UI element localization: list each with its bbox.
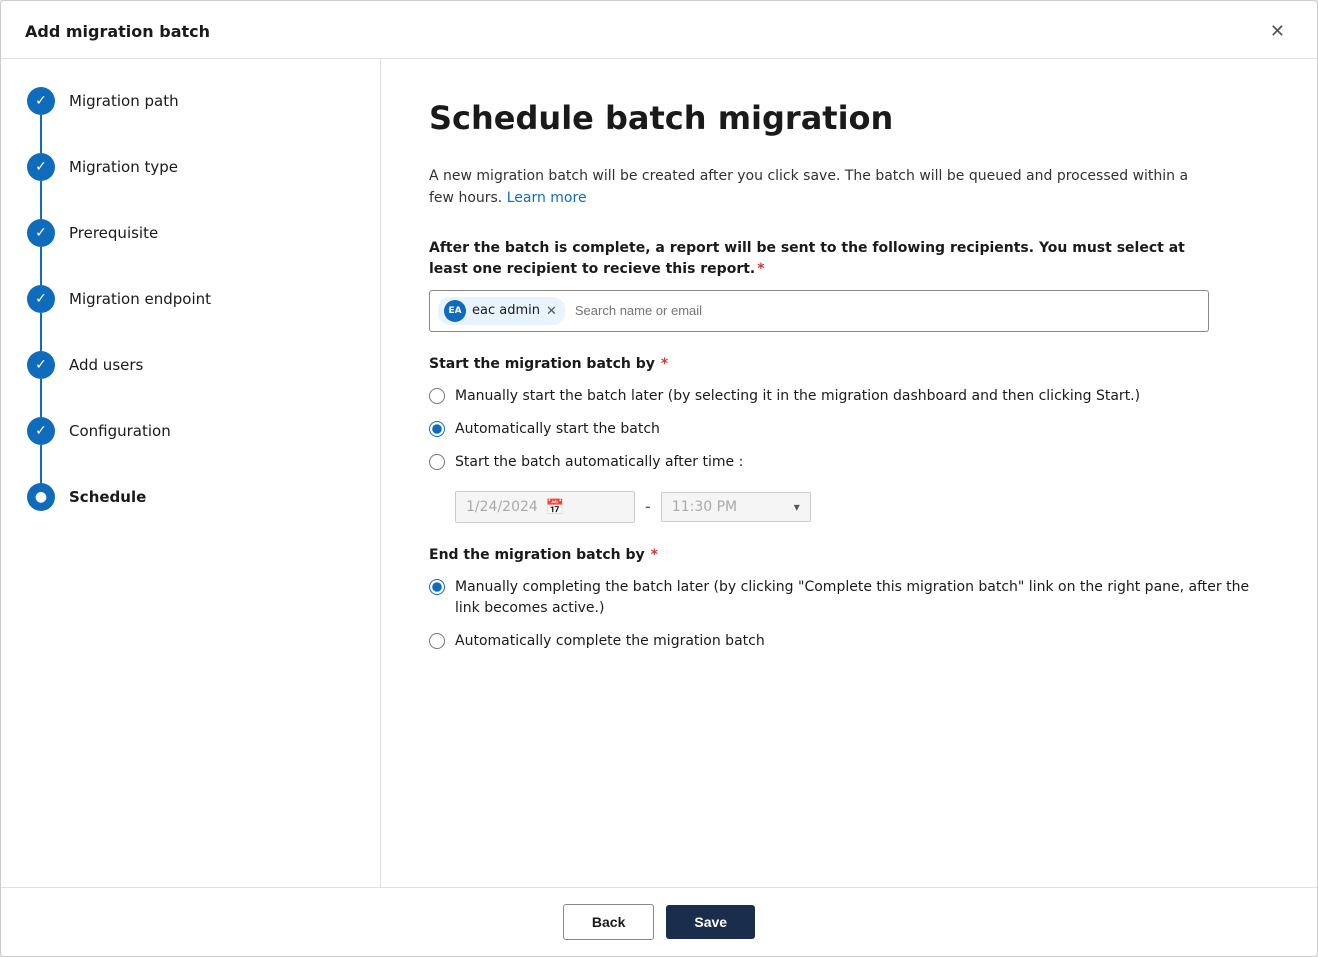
dash-separator: - (645, 497, 651, 516)
learn-more-link[interactable]: Learn more (507, 190, 587, 206)
sidebar: ✓Migration path✓Migration type✓Prerequis… (1, 59, 381, 887)
start-radio-label-manual-start: Manually start the batch later (by selec… (455, 386, 1140, 407)
sidebar-step-schedule: ●Schedule (25, 483, 356, 511)
start-section-title: Start the migration batch by* (429, 356, 1269, 372)
step-line-migration-path (40, 115, 42, 153)
time-value: 11:30 PM (672, 499, 737, 515)
end-radio-auto-complete[interactable]: Automatically complete the migration bat… (429, 631, 1269, 652)
recipient-avatar: EA (444, 300, 466, 322)
step-icon-schedule: ● (27, 483, 55, 511)
page-title: Schedule batch migration (429, 99, 1269, 137)
step-line-configuration (40, 445, 42, 483)
main-content: Schedule batch migration A new migration… (381, 59, 1317, 887)
sidebar-step-add-users: ✓Add users (25, 351, 356, 417)
end-radio-label-auto-complete: Automatically complete the migration bat… (455, 631, 765, 652)
step-label-schedule: Schedule (57, 483, 146, 508)
start-radio-manual-start[interactable]: Manually start the batch later (by selec… (429, 386, 1269, 407)
end-radio-input-auto-complete[interactable] (429, 633, 445, 649)
end-section: End the migration batch by* Manually com… (429, 547, 1269, 652)
recipients-label: After the batch is complete, a report wi… (429, 238, 1209, 280)
sidebar-step-configuration: ✓Configuration (25, 417, 356, 483)
start-radio-label-scheduled-start: Start the batch automatically after time… (455, 452, 743, 473)
recipient-chip-remove[interactable]: ✕ (546, 304, 557, 317)
save-button[interactable]: Save (666, 905, 755, 939)
step-icon-add-users: ✓ (27, 351, 55, 379)
start-radio-input-manual-start[interactable] (429, 388, 445, 404)
end-section-title: End the migration batch by* (429, 547, 1269, 563)
step-icon-configuration: ✓ (27, 417, 55, 445)
info-text: A new migration batch will be created af… (429, 165, 1209, 210)
end-radio-group: Manually completing the batch later (by … (429, 577, 1269, 652)
start-radio-group: Manually start the batch later (by selec… (429, 386, 1269, 473)
step-label-prerequisite: Prerequisite (57, 219, 158, 244)
close-button[interactable]: ✕ (1262, 17, 1293, 46)
sidebar-step-migration-endpoint: ✓Migration endpoint (25, 285, 356, 351)
step-icon-prerequisite: ✓ (27, 219, 55, 247)
dialog-title: Add migration batch (25, 22, 210, 41)
start-radio-label-auto-start: Automatically start the batch (455, 419, 660, 440)
end-radio-label-manual-complete: Manually completing the batch later (by … (455, 577, 1269, 619)
sidebar-step-migration-type: ✓Migration type (25, 153, 356, 219)
date-value: 1/24/2024 (466, 499, 538, 515)
add-migration-batch-dialog: Add migration batch ✕ ✓Migration path✓Mi… (0, 0, 1318, 957)
back-button[interactable]: Back (563, 904, 654, 940)
step-icon-migration-type: ✓ (27, 153, 55, 181)
step-icon-migration-endpoint: ✓ (27, 285, 55, 313)
dialog-body: ✓Migration path✓Migration type✓Prerequis… (1, 59, 1317, 887)
end-radio-manual-complete[interactable]: Manually completing the batch later (by … (429, 577, 1269, 619)
dialog-header: Add migration batch ✕ (1, 1, 1317, 59)
step-line-migration-endpoint (40, 313, 42, 351)
recipient-field[interactable]: EA eac admin ✕ (429, 290, 1209, 332)
time-select[interactable]: 11:30 PM ▾ (661, 492, 811, 522)
step-label-migration-endpoint: Migration endpoint (57, 285, 211, 310)
sidebar-step-prerequisite: ✓Prerequisite (25, 219, 356, 285)
step-line-prerequisite (40, 247, 42, 285)
end-radio-input-manual-complete[interactable] (429, 579, 445, 595)
datetime-row: 1/24/2024 📅 - 11:30 PM ▾ (455, 491, 1269, 523)
chevron-down-icon: ▾ (794, 500, 800, 514)
start-radio-scheduled-start[interactable]: Start the batch automatically after time… (429, 452, 1269, 473)
recipient-search-input[interactable] (571, 301, 1200, 320)
dialog-footer: Back Save (1, 887, 1317, 956)
step-list: ✓Migration path✓Migration type✓Prerequis… (25, 87, 356, 511)
step-icon-migration-path: ✓ (27, 87, 55, 115)
step-line-add-users (40, 379, 42, 417)
step-label-migration-type: Migration type (57, 153, 178, 178)
recipient-chip-name: eac admin (472, 303, 540, 318)
start-radio-input-scheduled-start[interactable] (429, 454, 445, 470)
step-label-add-users: Add users (57, 351, 143, 376)
start-radio-auto-start[interactable]: Automatically start the batch (429, 419, 1269, 440)
start-radio-input-auto-start[interactable] (429, 421, 445, 437)
date-input[interactable]: 1/24/2024 📅 (455, 491, 635, 523)
calendar-icon: 📅 (546, 498, 565, 516)
step-label-configuration: Configuration (57, 417, 171, 442)
sidebar-step-migration-path: ✓Migration path (25, 87, 356, 153)
step-label-migration-path: Migration path (57, 87, 179, 112)
recipient-chip: EA eac admin ✕ (438, 297, 565, 325)
step-line-migration-type (40, 181, 42, 219)
